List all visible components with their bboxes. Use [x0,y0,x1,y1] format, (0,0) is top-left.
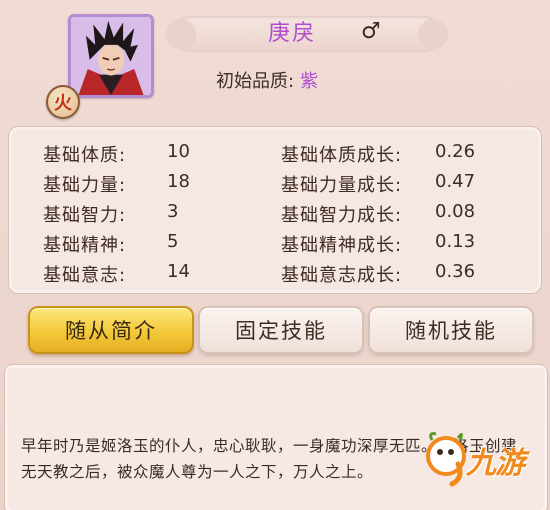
growth-label: 基础精神成长: [281,235,403,256]
stat-value: 14 [167,261,190,282]
growth-value: 0.36 [435,261,476,282]
stat-label: 基础精神: [43,235,127,256]
stats-panel: 基础体质: 10 基础体质成长: 0.26 基础力量: 18 基础力量成长: 0… [8,126,542,294]
stat-value: 3 [167,201,179,222]
growth-label: 基础意志成长: [281,265,403,286]
growth-label: 基础智力成长: [281,205,403,226]
stat-value: 18 [167,171,190,192]
stat-row: 基础智力: 3 基础智力成长: 0.08 [9,197,543,227]
hero-detail-panel: 火 庚戾 ♂ 初始品质: 紫 基础体质: 10 基础体质成长: 0.26 基础力… [0,0,550,510]
stat-value: 10 [167,141,190,162]
growth-label: 基础力量成长: [281,175,403,196]
stat-label: 基础力量: [43,175,127,196]
quality-row: 初始品质: 紫 [216,67,318,93]
tab-fixed-skills[interactable]: 固定技能 [198,306,364,354]
stat-label: 基础意志: [43,265,127,286]
jiuyou-watermark: 九游 [418,428,546,494]
stat-row: 基础精神: 5 基础精神成长: 0.13 [9,227,543,257]
stat-label: 基础智力: [43,205,127,226]
growth-value: 0.13 [435,231,476,252]
stat-row: 基础体质: 10 基础体质成长: 0.26 [9,137,543,167]
growth-value: 0.26 [435,141,476,162]
tab-random-skills[interactable]: 随机技能 [368,306,534,354]
name-banner: 庚戾 [166,16,448,52]
watermark-text: 九游 [466,446,525,481]
growth-label: 基础体质成长: [281,145,403,166]
hero-portrait-art [71,17,151,95]
quality-value: 紫 [300,71,319,92]
hero-portrait[interactable] [68,14,154,98]
stat-label: 基础体质: [43,145,127,166]
stat-row: 基础力量: 18 基础力量成长: 0.47 [9,167,543,197]
growth-value: 0.08 [435,201,476,222]
fire-element-icon: 火 [46,85,80,119]
stat-value: 5 [167,231,179,252]
tab-intro[interactable]: 随从简介 [28,306,194,354]
quality-label: 初始品质: [216,71,295,92]
growth-value: 0.47 [435,171,476,192]
stat-row: 基础意志: 14 基础意志成长: 0.36 [9,257,543,287]
male-gender-icon: ♂ [361,19,381,44]
